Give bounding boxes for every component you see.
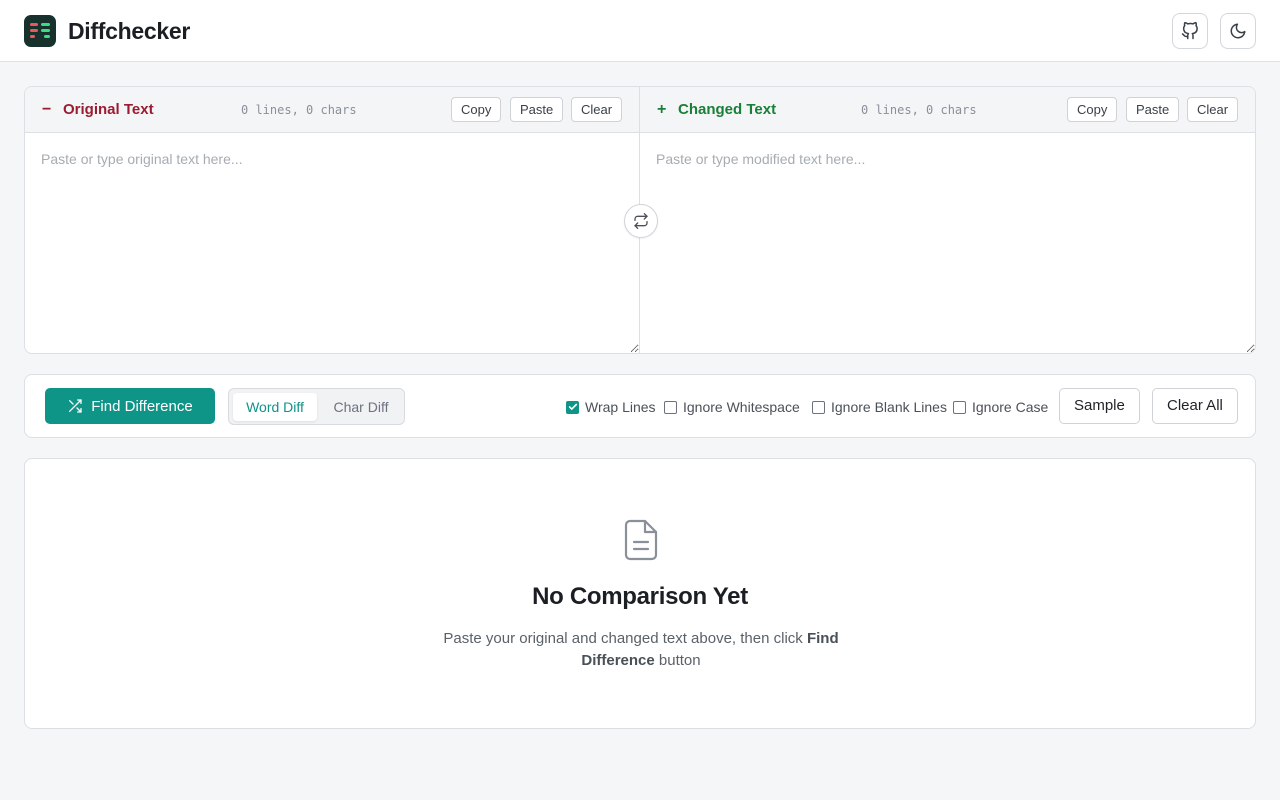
word-diff-tab[interactable]: Word Diff — [233, 393, 317, 421]
empty-state-title: No Comparison Yet — [532, 583, 748, 610]
original-paste-button[interactable]: Paste — [510, 97, 564, 122]
diffchecker-logo — [24, 15, 56, 47]
diff-mode-toggle: Word Diff Char Diff — [228, 388, 405, 425]
changed-clear-button[interactable]: Clear — [1187, 97, 1239, 122]
ignore-case-checkbox[interactable] — [953, 400, 966, 414]
char-diff-tab[interactable]: Char Diff — [321, 393, 401, 421]
app-title: Diffchecker — [68, 18, 190, 44]
app-header: Diffchecker — [0, 0, 1280, 62]
original-clear-button[interactable]: Clear — [571, 97, 623, 122]
ignore-whitespace-checkbox[interactable] — [664, 400, 677, 414]
document-icon — [624, 519, 658, 561]
ignore-case-label: Ignore Case — [972, 399, 1049, 415]
changed-pane-header: + Changed Text 0 lines, 0 chars Copy Pas… — [640, 87, 1255, 133]
wrap-lines-checkbox[interactable] — [566, 400, 579, 414]
plus-icon: + — [657, 101, 667, 118]
changed-textarea[interactable] — [640, 133, 1255, 353]
original-textarea[interactable] — [25, 133, 639, 353]
find-difference-button[interactable]: Find Difference — [45, 388, 215, 424]
original-title: Original Text — [63, 101, 154, 118]
editor-panel: − Original Text 0 lines, 0 chars Copy Pa… — [24, 86, 1256, 354]
original-stats: 0 lines, 0 chars — [241, 103, 357, 117]
changed-title: Changed Text — [678, 101, 777, 118]
ignore-blank-lines-checkbox[interactable] — [812, 400, 825, 414]
swap-icon — [634, 213, 648, 229]
github-button[interactable] — [1172, 13, 1208, 49]
swap-button[interactable] — [624, 204, 658, 238]
find-difference-label: Find Difference — [91, 397, 193, 415]
ignore-whitespace-option[interactable]: Ignore Whitespace — [664, 399, 800, 415]
empty-desc-prefix: Paste your original and changed text abo… — [443, 630, 807, 647]
changed-pane: + Changed Text 0 lines, 0 chars Copy Pas… — [640, 87, 1255, 353]
empty-state-description: Paste your original and changed text abo… — [441, 628, 841, 672]
github-icon — [1181, 22, 1198, 40]
wrap-lines-label: Wrap Lines — [585, 399, 656, 415]
theme-toggle-button[interactable] — [1220, 13, 1256, 49]
check-icon — [568, 403, 577, 410]
empty-desc-suffix: button — [654, 652, 701, 669]
clear-all-button[interactable]: Clear All — [1152, 388, 1238, 424]
moon-icon — [1230, 23, 1246, 39]
changed-paste-button[interactable]: Paste — [1126, 97, 1180, 122]
original-copy-button[interactable]: Copy — [451, 97, 502, 122]
shuffle-icon — [69, 399, 82, 413]
minus-icon: − — [42, 101, 52, 118]
original-pane-header: − Original Text 0 lines, 0 chars Copy Pa… — [25, 87, 639, 133]
wrap-lines-option[interactable]: Wrap Lines — [566, 399, 656, 415]
ignore-blank-lines-label: Ignore Blank Lines — [831, 399, 947, 415]
diff-toolbar: Find Difference Word Diff Char Diff Wrap… — [24, 374, 1256, 438]
ignore-whitespace-label: Ignore Whitespace — [683, 399, 800, 415]
changed-stats: 0 lines, 0 chars — [861, 103, 977, 117]
ignore-blank-lines-option[interactable]: Ignore Blank Lines — [812, 399, 947, 415]
changed-copy-button[interactable]: Copy — [1067, 97, 1118, 122]
diff-result-panel: No Comparison Yet Paste your original an… — [24, 458, 1256, 729]
original-pane: − Original Text 0 lines, 0 chars Copy Pa… — [25, 87, 640, 353]
sample-button[interactable]: Sample — [1059, 388, 1140, 424]
ignore-case-option[interactable]: Ignore Case — [953, 399, 1048, 415]
